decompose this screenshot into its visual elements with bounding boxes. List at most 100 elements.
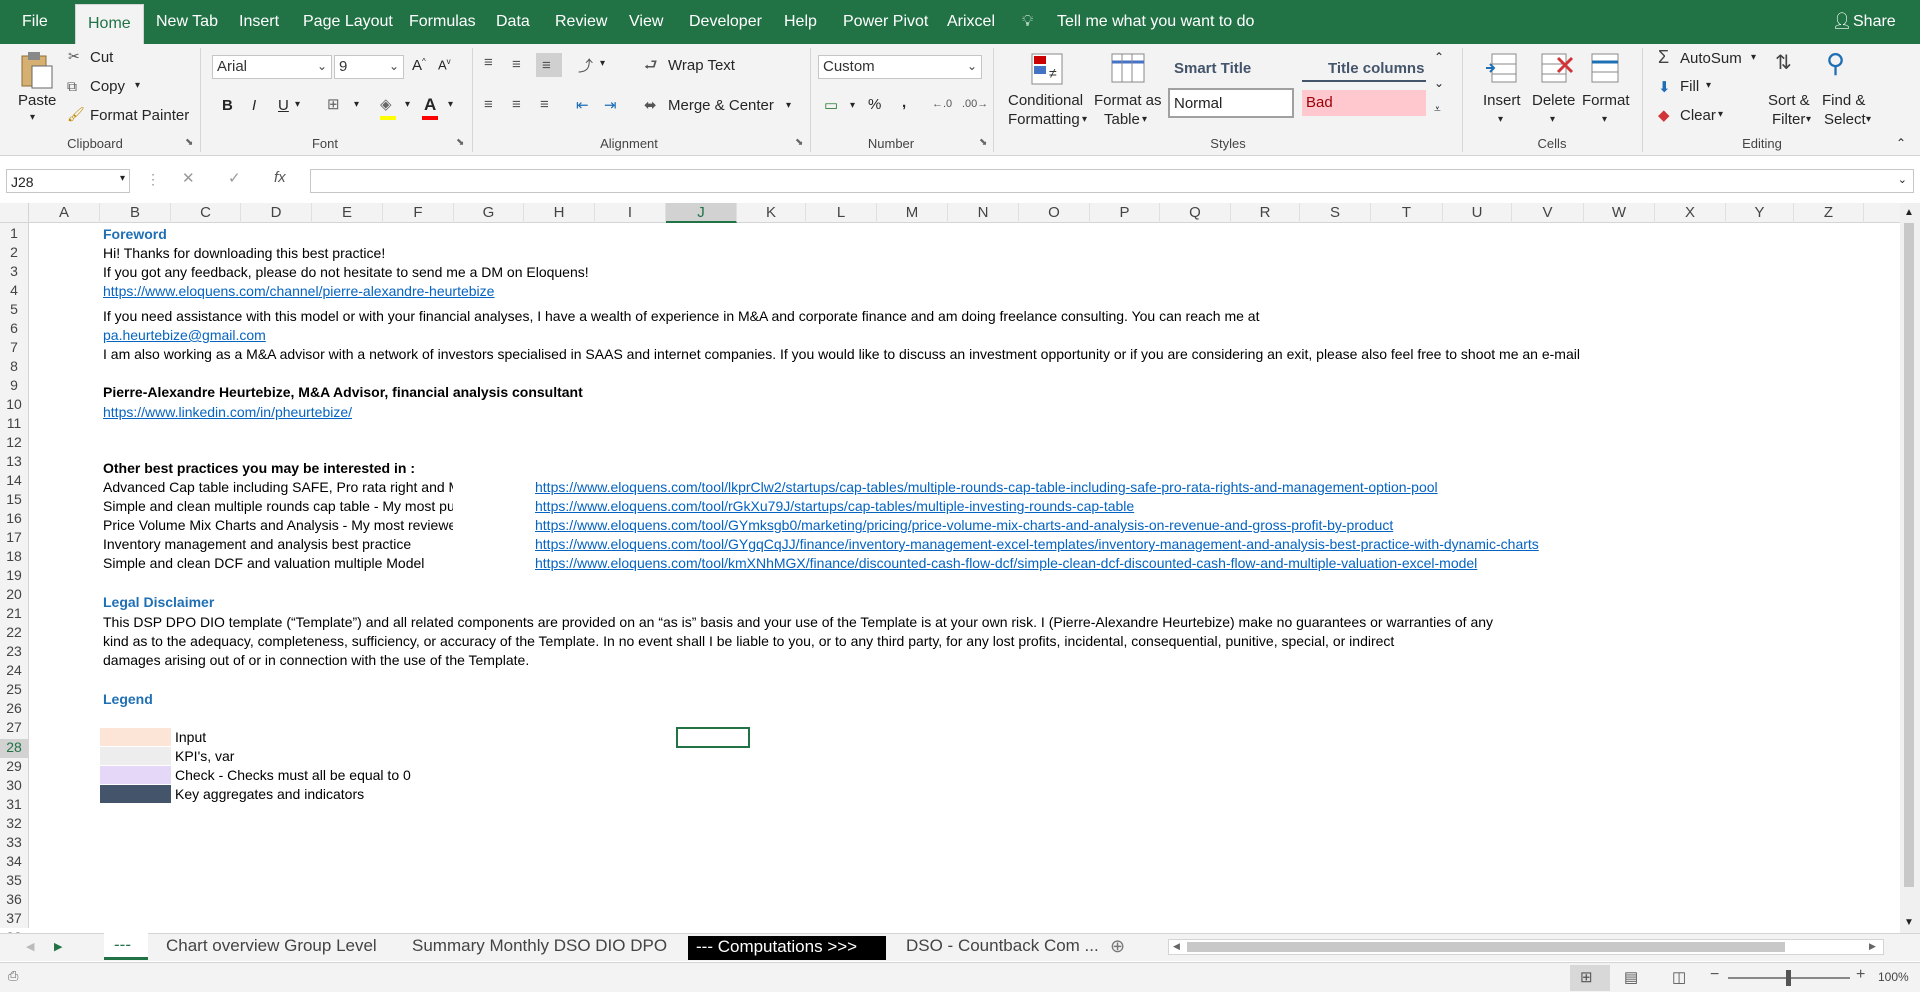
scroll-thumb[interactable] [1904,223,1914,887]
fill-color-chevron-down-icon[interactable]: ▾ [405,99,410,110]
column-header[interactable]: G [454,203,524,223]
align-center-icon[interactable]: ≡ [512,96,521,113]
borders-chevron-down-icon[interactable]: ▾ [354,99,359,110]
row-header[interactable]: 4 [0,282,28,301]
font-launcher-icon[interactable]: ⬊ [456,137,464,148]
italic-button[interactable]: I [252,97,256,114]
fill-chevron-down-icon[interactable]: ▾ [1706,80,1711,91]
styles-more-icon[interactable]: ⩡ [1434,102,1441,117]
tab-formulas[interactable]: Formulas [409,0,476,44]
column-header[interactable]: L [806,203,877,223]
row-header[interactable]: 18 [0,548,28,567]
column-header[interactable]: J [666,203,737,223]
autosum-chevron-down-icon[interactable]: ▾ [1751,52,1756,63]
column-header[interactable]: S [1300,203,1371,223]
paste-button[interactable]: Paste [18,92,56,109]
vertical-scrollbar[interactable]: ▲ ▼ [1900,203,1920,933]
page-layout-view-icon[interactable]: ▤ [1624,968,1638,986]
tab-power-pivot[interactable]: Power Pivot [843,0,928,44]
scroll-left-arrow-icon[interactable]: ◀ [1173,941,1180,952]
cut-button[interactable]: Cut [90,49,113,66]
sheet-tab-chart-overview[interactable]: Chart overview Group Level [166,934,377,960]
delete-chevron-down-icon[interactable]: ▾ [1550,114,1555,125]
styles-scroll-up-icon[interactable]: ⌃ [1434,50,1444,64]
decrease-font-icon[interactable]: Av [438,57,451,72]
underline-button[interactable]: U [278,97,289,114]
borders-icon[interactable]: ⊞ [327,95,340,113]
column-header[interactable]: B [100,203,171,223]
select-all-corner[interactable] [0,203,29,223]
align-left-icon[interactable]: ≡ [484,96,493,113]
row-header[interactable]: 37 [0,910,28,929]
scroll-up-arrow-icon[interactable]: ▲ [1904,207,1914,218]
cancel-icon[interactable]: ✕ [182,169,195,187]
insert-function-button[interactable]: fx [274,169,286,186]
row-header[interactable]: 9 [0,377,28,396]
style-normal[interactable]: Normal [1168,88,1294,118]
row-header[interactable]: 27 [0,719,28,738]
collapse-ribbon-icon[interactable]: ⌃ [1896,136,1906,150]
column-header[interactable]: E [312,203,383,223]
row-header[interactable]: 30 [0,777,28,796]
row-header[interactable]: 26 [0,700,28,719]
find-select-button[interactable]: Find & [1822,92,1865,109]
row-header[interactable]: 10 [0,396,28,415]
tab-review[interactable]: Review [555,0,607,44]
row-header[interactable]: 8 [0,358,28,377]
zoom-out-icon[interactable]: − [1710,966,1719,984]
insert-chevron-down-icon[interactable]: ▾ [1498,114,1503,125]
practice-link[interactable]: https://www.eloquens.com/tool/rGkXu79J/s… [535,498,1134,514]
format-chevron-down-icon[interactable]: ▾ [1602,114,1607,125]
link-linkedin[interactable]: https://www.linkedin.com/in/pheurtebize/ [103,404,352,420]
clear-button[interactable]: Clear [1680,107,1716,124]
add-sheet-icon[interactable]: ⊕ [1110,936,1125,957]
conditional-formatting-button[interactable]: Conditional [1008,92,1083,109]
tab-insert[interactable]: Insert [239,0,279,44]
active-cell-j28[interactable] [676,727,750,748]
scroll-down-arrow-icon[interactable]: ▼ [1904,917,1914,928]
tell-me-search[interactable]: Tell me what you want to do [1057,0,1254,44]
font-size-dropdown[interactable]: 9 ⌄ [334,55,404,79]
column-header[interactable]: W [1584,203,1655,223]
link-eloquens-channel[interactable]: https://www.eloquens.com/channel/pierre-… [103,283,494,299]
row-header[interactable]: 25 [0,681,28,700]
clipboard-launcher-icon[interactable]: ⬊ [185,137,193,148]
column-header[interactable]: V [1512,203,1584,223]
format-table-chevron-down-icon[interactable]: ▾ [1142,114,1147,125]
next-sheet-icon[interactable]: ▶ [54,940,62,953]
orientation-chevron-down-icon[interactable]: ▾ [600,58,605,69]
name-box[interactable]: J28 ▾ [6,169,130,193]
sort-filter-button[interactable]: Sort & [1768,92,1810,109]
row-header[interactable]: 7 [0,339,28,358]
column-header[interactable]: A [29,203,100,223]
row-header[interactable]: 15 [0,491,28,510]
column-header[interactable]: K [737,203,806,223]
practice-link[interactable]: https://www.eloquens.com/tool/kmXNhMGX/f… [535,555,1477,571]
row-header[interactable]: 12 [0,434,28,453]
row-header[interactable]: 29 [0,758,28,777]
copy-chevron-down-icon[interactable]: ▾ [135,80,140,91]
wrap-text-button[interactable]: Wrap Text [668,57,735,74]
hscroll-thumb[interactable] [1187,942,1785,952]
row-header[interactable]: 34 [0,853,28,872]
accounting-chevron-down-icon[interactable]: ▾ [850,100,855,111]
column-header[interactable]: Y [1726,203,1794,223]
row-header[interactable]: 24 [0,662,28,681]
row-header[interactable]: 32 [0,815,28,834]
insert-cells-button[interactable]: Insert [1483,92,1521,109]
fill-button[interactable]: Fill [1680,78,1699,95]
column-header[interactable]: M [877,203,948,223]
font-color-chevron-down-icon[interactable]: ▾ [448,99,453,110]
copy-button[interactable]: Copy [90,78,125,95]
row-header[interactable]: 3 [0,263,28,282]
zoom-slider-thumb[interactable] [1786,970,1791,986]
practice-link[interactable]: https://www.eloquens.com/tool/GYgqCqJJ/f… [535,536,1539,552]
merge-chevron-down-icon[interactable]: ▾ [786,100,791,111]
paste-icon[interactable] [18,50,54,90]
tab-help[interactable]: Help [784,0,817,44]
row-header[interactable]: 1 [0,225,28,244]
orientation-icon[interactable]: ⤴ [578,55,593,76]
column-header[interactable]: Q [1160,203,1231,223]
row-header[interactable]: 17 [0,529,28,548]
column-header[interactable]: C [171,203,241,223]
